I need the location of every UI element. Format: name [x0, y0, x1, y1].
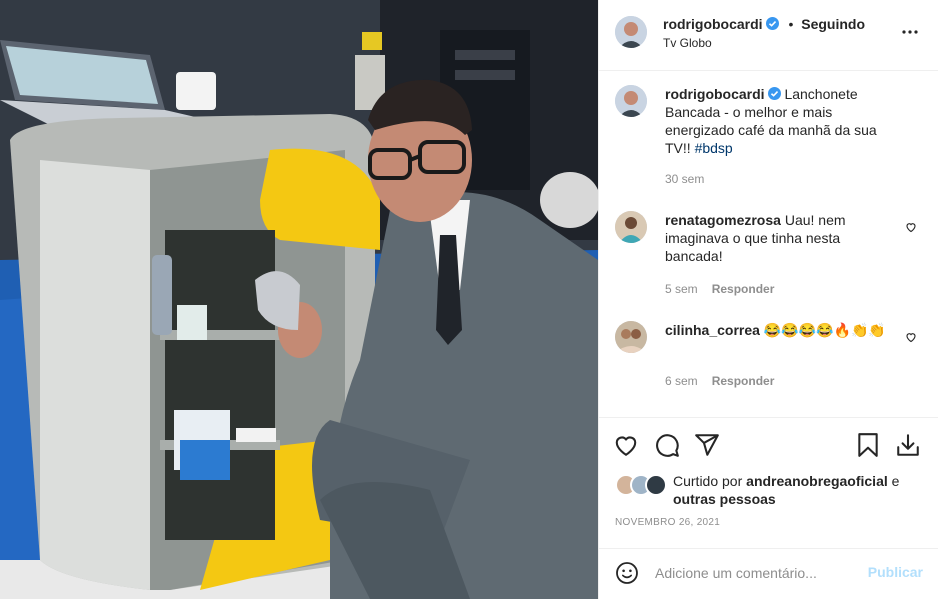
post-location[interactable]: Tv Globo [663, 36, 712, 50]
reply-button[interactable]: Responder [712, 282, 775, 296]
comment-username[interactable]: cilinha_correa [665, 322, 760, 338]
post-date[interactable]: NOVEMBRO 26, 2021 [615, 517, 720, 528]
heart-icon[interactable] [613, 432, 639, 458]
reply-button[interactable]: Responder [712, 374, 775, 388]
share-icon[interactable] [694, 432, 720, 458]
comment-item: cilinha_correa 😂😂😂😂🔥👏👏 6 sem Responder [615, 321, 935, 411]
comment-username[interactable]: renatagomezrosa [665, 212, 781, 228]
verified-icon [765, 17, 779, 30]
comment-time[interactable]: 5 sem [665, 282, 698, 296]
author-line: rodrigobocardi • Seguindo [663, 15, 865, 33]
author-username[interactable]: rodrigobocardi [663, 16, 763, 32]
more-icon[interactable] [901, 29, 919, 35]
comment-text-block: cilinha_correa 😂😂😂😂🔥👏👏 [665, 321, 895, 339]
likers-avatars[interactable] [615, 474, 671, 496]
comment-item: renatagomezrosa Uau! nem imaginava o que… [615, 211, 935, 301]
caption-text-block: rodrigobocardi Lanchonete Bancada - o me… [665, 85, 895, 157]
post-actions-section: Curtido por andreanobregaoficial e outra… [599, 417, 938, 548]
hashtag-link[interactable]: #bdsp [695, 140, 733, 156]
comment-text-block: renatagomezrosa Uau! nem imaginava o que… [665, 211, 895, 265]
comment-like-icon[interactable] [905, 221, 917, 233]
author-avatar[interactable] [615, 16, 647, 48]
comment-time[interactable]: 6 sem [665, 374, 698, 388]
comment-meta: 6 sem Responder [665, 374, 774, 388]
comment-avatar[interactable] [615, 211, 647, 243]
header-separator: • [788, 16, 794, 32]
likes-prefix: Curtido por [673, 473, 743, 489]
follow-status-button[interactable]: Seguindo [801, 16, 865, 32]
caption: rodrigobocardi Lanchonete Bancada - o me… [615, 85, 935, 195]
liker-avatar [645, 474, 667, 496]
bookmark-icon[interactable] [855, 432, 881, 458]
emoji-icon[interactable] [615, 561, 639, 585]
add-comment-bar: Publicar [599, 548, 938, 599]
likes-user-link[interactable]: andreanobregaoficial [746, 473, 888, 489]
post-image[interactable] [0, 0, 598, 599]
comment-like-icon[interactable] [905, 331, 917, 343]
post-dialog: rodrigobocardi • Seguindo Tv Globo rodri… [0, 0, 938, 599]
publish-button[interactable]: Publicar [868, 564, 923, 580]
download-icon[interactable] [895, 432, 921, 458]
caption-username[interactable]: rodrigobocardi [665, 86, 765, 102]
comment-avatar[interactable] [615, 321, 647, 353]
post-photo-illustration [0, 0, 598, 599]
comments-list[interactable]: rodrigobocardi Lanchonete Bancada - o me… [599, 71, 938, 416]
post-header: rodrigobocardi • Seguindo Tv Globo [599, 0, 938, 71]
caption-avatar[interactable] [615, 85, 647, 117]
likes-conjunction: e [891, 473, 900, 489]
verified-icon [767, 87, 781, 100]
comment-input[interactable] [655, 562, 855, 584]
likes-text: Curtido por andreanobregaoficial e outra… [673, 472, 933, 508]
likes-others-link[interactable]: outras pessoas [673, 491, 776, 507]
comment-meta: 5 sem Responder [665, 282, 774, 296]
comment-text: 😂😂😂😂🔥👏👏 [763, 322, 886, 338]
caption-time[interactable]: 30 sem [665, 172, 704, 186]
post-side-panel: rodrigobocardi • Seguindo Tv Globo rodri… [598, 0, 938, 599]
comment-icon[interactable] [654, 432, 680, 458]
